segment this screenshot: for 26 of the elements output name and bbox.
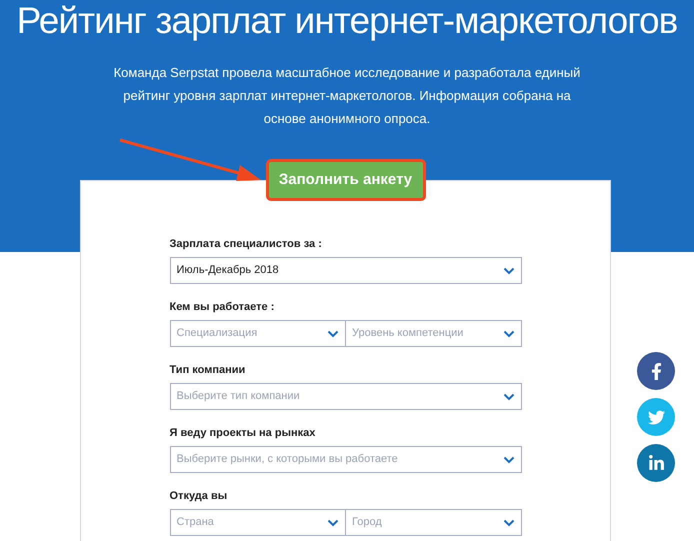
dropdown-field[interactable]: Уровень компетенции xyxy=(345,320,522,347)
linkedin-button[interactable] xyxy=(637,444,675,482)
field-label: Кем вы работаете : xyxy=(170,301,276,314)
bird-icon xyxy=(648,408,664,426)
intro-text: Команда Serpstat провела масштабное исследование и разработала единый рейтинг уровня зарплат интернет-маркетологов. Информация собрана на основе анонимного опроса. xyxy=(112,64,582,128)
letters-in-icon xyxy=(648,454,664,472)
chevron-down-icon xyxy=(327,330,339,338)
dropdown-field[interactable]: Специализация xyxy=(170,320,346,347)
field-label: Я веду проекты на рынках xyxy=(170,427,316,440)
field-label: Откуда вы xyxy=(170,490,228,503)
chevron-down-icon xyxy=(502,266,514,274)
chevron-down-icon xyxy=(327,518,339,526)
chevron-down-icon xyxy=(502,518,514,526)
dropdown-field[interactable]: Июль-Декабрь 2018 xyxy=(170,257,522,284)
dropdown-field[interactable]: Страна xyxy=(170,509,346,536)
fill-survey-button[interactable]: Заполнить анкету xyxy=(266,159,426,201)
dropdown-field[interactable]: Город xyxy=(345,509,522,536)
field-label: Тип компании xyxy=(170,364,246,377)
chevron-down-icon xyxy=(502,392,514,400)
chevron-down-icon xyxy=(502,456,514,464)
page-title: Рейтинг зарплат интернет-маркетологов xyxy=(16,2,678,39)
field-label: Зарплата специалистов за : xyxy=(170,238,323,251)
facebook-button[interactable] xyxy=(637,352,675,390)
dropdown-field[interactable]: Выберите рынки, с которыми вы работаете xyxy=(170,446,522,473)
dropdown-field[interactable]: Выберите тип компании xyxy=(170,383,522,410)
chevron-down-icon xyxy=(502,330,514,338)
